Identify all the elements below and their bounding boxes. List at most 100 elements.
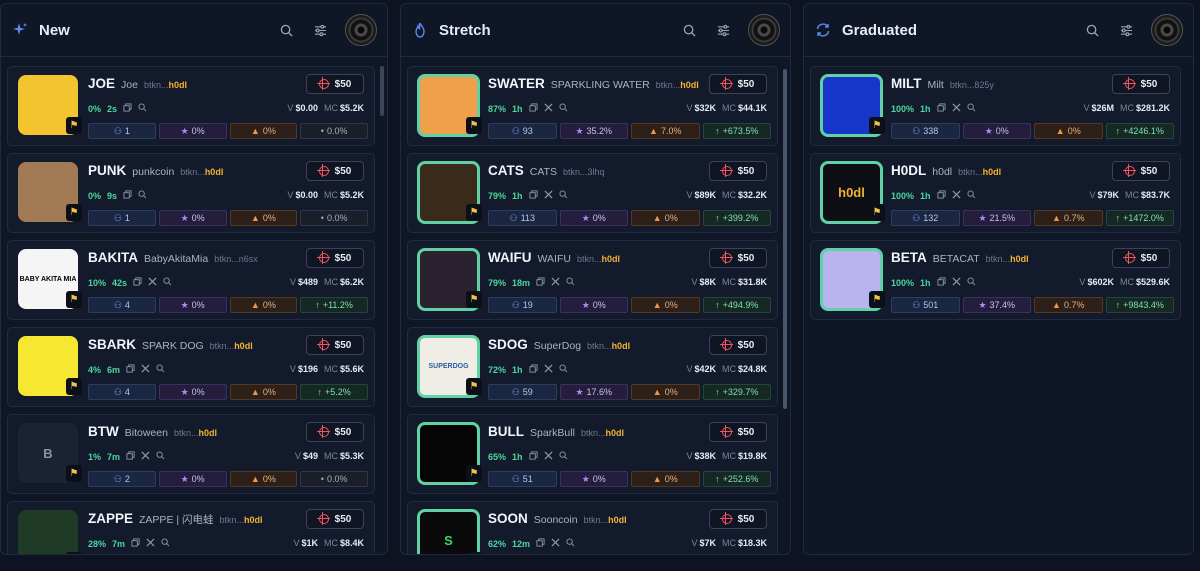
token-card[interactable]: B ⚑ BTW Bitoween btkn...h0dl $50 1% 7m V $49 MC $5.… — [7, 414, 375, 494]
copy-icon[interactable] — [123, 190, 132, 201]
token-address[interactable]: btkn...n6sx — [214, 254, 258, 264]
token-address[interactable]: btkn...3lhq — [563, 167, 605, 177]
search-icon[interactable] — [163, 277, 172, 288]
x-social-icon[interactable] — [952, 190, 961, 201]
token-card[interactable]: ⚑ CATS CATS btkn...3lhq $50 79% 1h V $89K MC $32.2… — [407, 153, 778, 233]
search-icon[interactable] — [558, 103, 568, 114]
token-card[interactable]: ⚑ JOE Joe btkn...h0dl $50 0% 2s V $0.00 MC $5.2K ⚇ 1… — [7, 66, 375, 146]
scrollbar[interactable] — [783, 69, 787, 409]
token-card[interactable]: BABY AKITA MIA ⚑ BAKITA BabyAkitaMia btkn...… — [7, 240, 375, 320]
copy-icon[interactable] — [936, 277, 946, 288]
filter-sliders-icon[interactable] — [714, 21, 732, 39]
copy-icon[interactable] — [131, 538, 140, 549]
search-icon[interactable] — [558, 364, 568, 375]
x-social-icon[interactable] — [141, 451, 150, 462]
token-card[interactable]: ⚑ PUNK punkcoin btkn...h0dl $50 0% 9s V $0.00 MC $… — [7, 153, 375, 233]
token-card[interactable]: S ⚑ SOON Sooncoin btkn...h0dl $50 62% 12m V$7K MC… — [407, 501, 778, 554]
x-social-icon[interactable] — [551, 277, 560, 288]
copy-icon[interactable] — [123, 103, 132, 114]
token-thumbnail[interactable] — [18, 510, 78, 554]
x-social-icon[interactable] — [544, 451, 553, 462]
copy-icon[interactable] — [536, 277, 545, 288]
token-card[interactable]: ⚑ SWATER SPARKLING WATER btkn...h0dl $50 87% 1… — [407, 66, 778, 146]
search-icon[interactable] — [558, 451, 568, 462]
x-social-icon[interactable] — [544, 364, 553, 375]
token-address[interactable]: btkn...h0dl — [986, 254, 1029, 264]
copy-icon[interactable] — [936, 190, 946, 201]
quick-buy-button[interactable]: $50 — [306, 509, 364, 529]
x-social-icon[interactable] — [551, 538, 560, 549]
x-social-icon[interactable] — [141, 364, 150, 375]
search-icon[interactable] — [966, 103, 976, 114]
token-card[interactable]: SUPERDOG ⚑ SDOG SuperDog btkn...h0dl $50 72% 1h… — [407, 327, 778, 407]
token-card[interactable]: ⚑ ZAPPE ZAPPE | 闪电蛙 btkn...h0dl $50 28% 7m V$1K… — [7, 501, 375, 554]
quick-buy-button[interactable]: $50 — [306, 248, 364, 268]
search-icon[interactable] — [558, 190, 568, 201]
x-social-icon[interactable] — [148, 277, 157, 288]
copy-icon[interactable] — [133, 277, 142, 288]
token-address[interactable]: btkn...h0dl — [581, 428, 624, 438]
token-card[interactable]: ⚑ SBARK SPARK DOG btkn...h0dl $50 4% 6m V $196 MC… — [7, 327, 375, 407]
token-card[interactable]: ⚑ BETA BETACAT btkn...h0dl $50 100% 1h V $602K MC… — [810, 240, 1181, 320]
user-avatar[interactable] — [345, 14, 377, 46]
token-address[interactable]: btkn...h0dl — [174, 428, 217, 438]
token-card[interactable]: ⚑ MILT Milt btkn...825y $50 100% 1h V $26M MC $281… — [810, 66, 1181, 146]
copy-icon[interactable] — [528, 451, 538, 462]
token-address[interactable]: btkn...h0dl — [210, 341, 253, 351]
search-icon[interactable] — [1083, 21, 1101, 39]
quick-buy-button[interactable]: $50 — [1112, 248, 1170, 268]
scrollbar[interactable] — [380, 66, 384, 116]
token-address[interactable]: btkn...825y — [950, 80, 994, 90]
quick-buy-button[interactable]: $50 — [1112, 161, 1170, 181]
search-icon[interactable] — [966, 277, 976, 288]
x-social-icon[interactable] — [952, 277, 961, 288]
quick-buy-button[interactable]: $50 — [709, 509, 767, 529]
token-address[interactable]: btkn...h0dl — [577, 254, 620, 264]
quick-buy-button[interactable]: $50 — [306, 422, 364, 442]
search-icon[interactable] — [277, 21, 295, 39]
quick-buy-button[interactable]: $50 — [306, 74, 364, 94]
quick-buy-button[interactable]: $50 — [306, 161, 364, 181]
quick-buy-button[interactable]: $50 — [1112, 74, 1170, 94]
copy-icon[interactable] — [528, 103, 538, 114]
token-card[interactable]: ⚑ BULL SparkBull btkn...h0dl $50 65% 1h V $38K MC… — [407, 414, 778, 494]
token-address[interactable]: btkn...h0dl — [587, 341, 630, 351]
quick-buy-button[interactable]: $50 — [709, 161, 767, 181]
quick-buy-button[interactable]: $50 — [709, 335, 767, 355]
x-social-icon[interactable] — [544, 103, 553, 114]
filter-sliders-icon[interactable] — [1117, 21, 1135, 39]
copy-icon[interactable] — [528, 190, 538, 201]
search-icon[interactable] — [966, 190, 976, 201]
filter-sliders-icon[interactable] — [311, 21, 329, 39]
token-address[interactable]: btkn...h0dl — [144, 80, 187, 90]
quick-buy-button[interactable]: $50 — [709, 422, 767, 442]
search-icon[interactable] — [161, 538, 170, 549]
quick-buy-button[interactable]: $50 — [709, 248, 767, 268]
copy-icon[interactable] — [126, 364, 135, 375]
token-card[interactable]: ⚑ WAIFU WAIFU btkn...h0dl $50 79% 18m V $8K MC $31… — [407, 240, 778, 320]
copy-icon[interactable] — [536, 538, 545, 549]
x-social-icon[interactable] — [952, 103, 961, 114]
token-address[interactable]: btkn...h0dl — [220, 515, 263, 525]
user-avatar[interactable] — [748, 14, 780, 46]
token-address[interactable]: btkn...h0dl — [584, 515, 627, 525]
token-address[interactable]: btkn...h0dl — [180, 167, 223, 177]
copy-icon[interactable] — [126, 451, 135, 462]
token-card[interactable]: h0dl ⚑ H0DL h0dl btkn...h0dl $50 100% 1h V $79K MC… — [810, 153, 1181, 233]
search-icon[interactable] — [138, 103, 147, 114]
search-icon[interactable] — [156, 364, 165, 375]
x-social-icon[interactable] — [146, 538, 155, 549]
token-thumbnail[interactable]: S — [417, 509, 480, 554]
user-avatar[interactable] — [1151, 14, 1183, 46]
token-address[interactable]: btkn...h0dl — [656, 80, 699, 90]
search-icon[interactable] — [138, 190, 147, 201]
token-address[interactable]: btkn...h0dl — [958, 167, 1001, 177]
copy-icon[interactable] — [528, 364, 538, 375]
x-social-icon[interactable] — [544, 190, 553, 201]
search-icon[interactable] — [566, 277, 575, 288]
copy-icon[interactable] — [936, 103, 946, 114]
search-icon[interactable] — [680, 21, 698, 39]
search-icon[interactable] — [566, 538, 575, 549]
quick-buy-button[interactable]: $50 — [306, 335, 364, 355]
quick-buy-button[interactable]: $50 — [709, 74, 767, 94]
